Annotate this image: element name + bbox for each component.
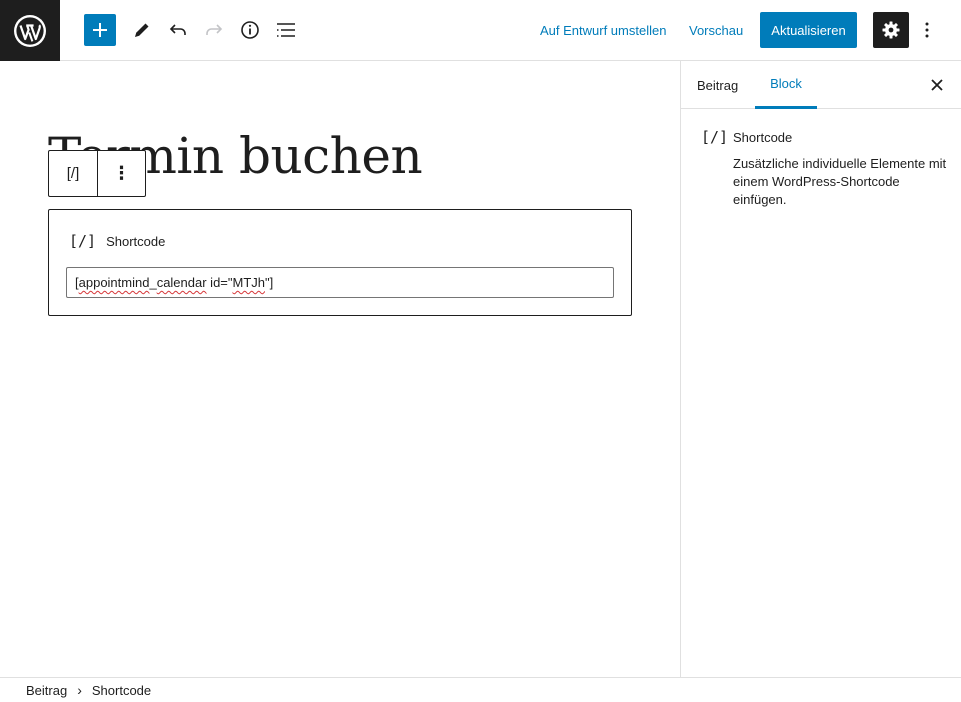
tools-button[interactable] bbox=[126, 14, 158, 46]
wordpress-logo-button[interactable] bbox=[0, 0, 60, 61]
block-card-title: Shortcode bbox=[733, 130, 793, 145]
input-text-part: MTJh bbox=[232, 275, 266, 290]
options-button[interactable] bbox=[915, 14, 939, 46]
chevron-right-icon: › bbox=[77, 682, 82, 698]
tab-beitrag[interactable]: Beitrag bbox=[697, 61, 738, 109]
vertical-dots-icon: ⋮ bbox=[112, 163, 131, 183]
undo-icon bbox=[169, 24, 186, 35]
wordpress-icon bbox=[14, 14, 46, 47]
shortcode-icon: [/] bbox=[701, 128, 729, 146]
input-text-part: id=" bbox=[206, 275, 233, 290]
redo-icon bbox=[206, 24, 223, 35]
details-button[interactable] bbox=[234, 14, 266, 46]
editor-canvas: Termin buchen [/] ⋮ [/] Shortcode [appoi… bbox=[0, 61, 680, 677]
block-type-switcher-button[interactable]: [/] bbox=[49, 151, 97, 196]
list-view-icon bbox=[277, 23, 295, 37]
redo-button[interactable] bbox=[198, 14, 230, 46]
vertical-dots-icon bbox=[925, 22, 929, 38]
input-text-part: calendar bbox=[156, 275, 207, 290]
undo-button[interactable] bbox=[162, 14, 194, 46]
settings-sidebar: Beitrag Block [/] Shortcode Zusätzliche … bbox=[680, 61, 961, 677]
block-card-description: Zusätzliche individuelle Elemente mit ei… bbox=[733, 156, 947, 207]
switch-to-draft-button[interactable]: Auf Entwurf umstellen bbox=[540, 23, 666, 38]
breadcrumb-item-shortcode: Shortcode bbox=[91, 682, 152, 698]
input-text-part: "] bbox=[265, 275, 274, 290]
preview-button[interactable]: Vorschau bbox=[689, 23, 743, 38]
update-button[interactable]: Aktualisieren bbox=[760, 12, 857, 48]
shortcode-icon: [/] bbox=[66, 165, 80, 182]
editor-header: Auf Entwurf umstellen Vorschau Aktualisi… bbox=[0, 0, 961, 61]
shortcode-block[interactable]: [/] Shortcode [appointmind_calendar id="… bbox=[48, 209, 632, 316]
sidebar-tabs: Beitrag Block bbox=[681, 61, 961, 109]
settings-button[interactable] bbox=[873, 12, 909, 48]
breadcrumb-item-beitrag[interactable]: Beitrag bbox=[26, 683, 67, 698]
gear-icon bbox=[882, 21, 900, 39]
block-breadcrumb: Beitrag › Shortcode bbox=[0, 677, 961, 702]
list-view-button[interactable] bbox=[270, 14, 302, 46]
input-text-part: _ bbox=[149, 275, 157, 290]
shortcode-icon: [/] bbox=[69, 232, 97, 250]
input-text-part: appointmind bbox=[78, 275, 150, 290]
close-sidebar-button[interactable] bbox=[925, 73, 949, 97]
shortcode-label-text: Shortcode bbox=[106, 233, 166, 249]
pencil-icon bbox=[135, 23, 149, 37]
close-icon bbox=[931, 79, 943, 91]
info-icon bbox=[241, 21, 259, 39]
block-toolbar: [/] ⋮ bbox=[48, 150, 146, 197]
block-inserter-button[interactable] bbox=[84, 14, 116, 46]
block-options-button[interactable]: ⋮ bbox=[97, 151, 145, 196]
shortcode-block-label: [/] Shortcode bbox=[69, 232, 165, 250]
plus-icon bbox=[93, 23, 107, 37]
tab-block[interactable]: Block bbox=[755, 61, 817, 109]
shortcode-input[interactable]: [appointmind_calendar id="MTJh"] bbox=[66, 267, 614, 298]
